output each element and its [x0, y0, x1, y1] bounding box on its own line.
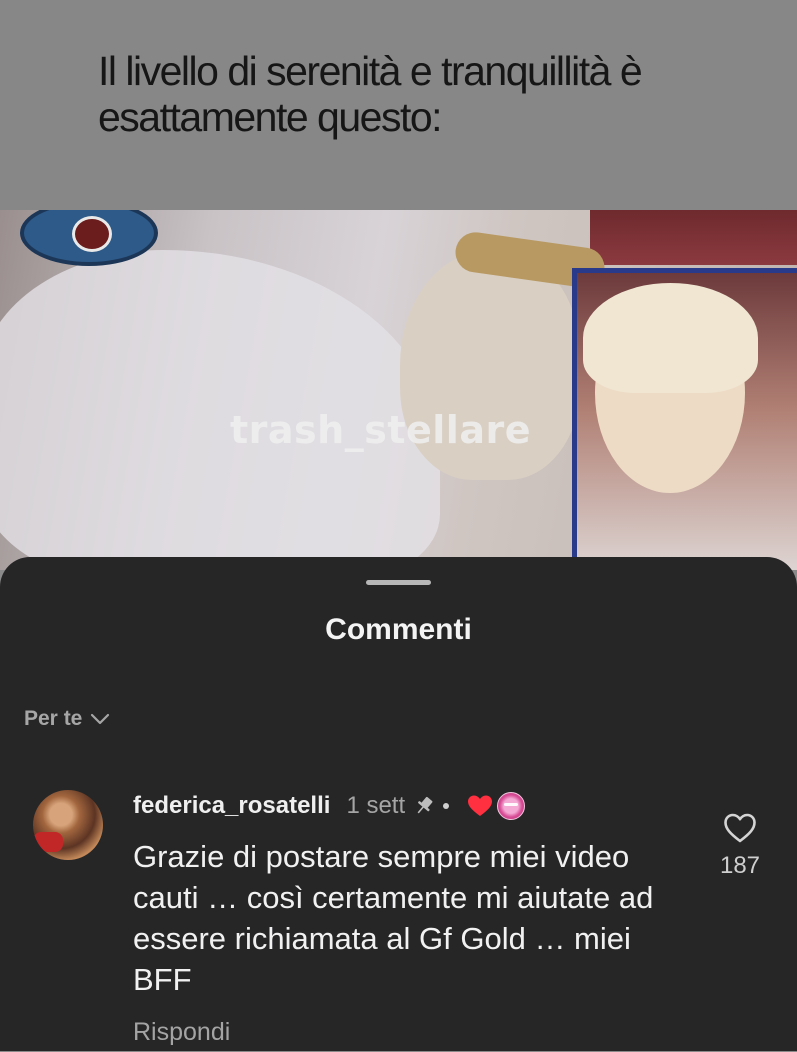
sort-label: Per te [24, 707, 83, 730]
comment-item: federica_rosatelli 1 sett Grazie di post… [0, 782, 797, 1052]
like-count: 187 [719, 852, 761, 879]
video-background-red [590, 210, 797, 265]
pin-icon [417, 796, 433, 814]
avatar-detail [33, 832, 63, 852]
separator-dot [443, 803, 450, 809]
comment-username[interactable]: federica_rosatelli [133, 792, 330, 820]
author-avatar-icon [497, 792, 526, 820]
sheet-title: Commenti [325, 613, 472, 646]
like-heart-icon[interactable] [723, 812, 757, 844]
video-watermark: trash_stellare [230, 408, 531, 452]
reply-button[interactable]: Rispondi [133, 1018, 230, 1047]
reel-caption: Il livello di serenità e tranquillità è … [98, 48, 643, 140]
show-logo-iris [72, 216, 112, 252]
avatar[interactable] [33, 790, 103, 860]
comments-sheet: Commenti Per te federica_rosatelli 1 set… [0, 557, 797, 1051]
chevron-down-icon [91, 713, 110, 725]
video-inset-frame [572, 268, 797, 570]
sheet-drag-handle[interactable] [366, 580, 431, 585]
like-button[interactable]: 187 [712, 812, 768, 880]
comment-text: Grazie di postare sempre miei video caut… [133, 839, 654, 997]
sort-dropdown[interactable]: Per te [24, 707, 110, 731]
reel-video[interactable]: trash_stellare [0, 210, 797, 570]
author-heart-icon [468, 795, 493, 816]
comment-meta: federica_rosatelli 1 sett [133, 788, 526, 824]
caption-band: Il livello di serenità e tranquillità è … [0, 0, 797, 210]
comment-time: 1 sett [346, 792, 406, 819]
inset-hair [583, 283, 758, 393]
